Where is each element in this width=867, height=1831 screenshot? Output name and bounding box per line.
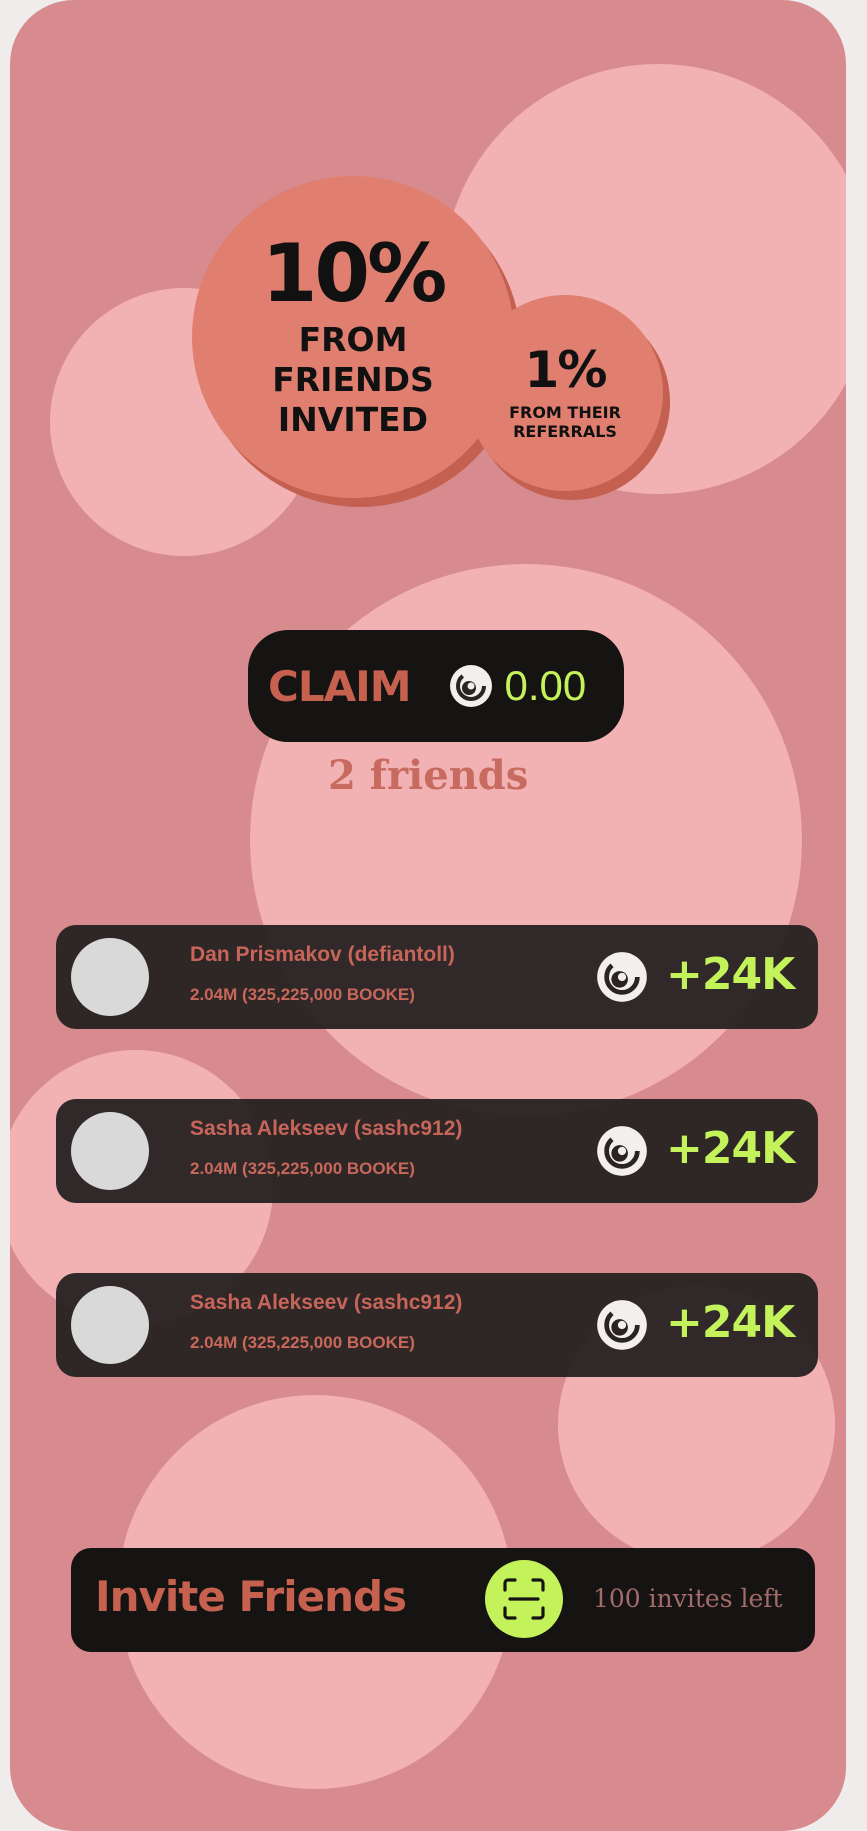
claim-label: CLAIM xyxy=(268,661,412,711)
friend-name: Sasha Alekseev (sashc912) xyxy=(190,1117,463,1140)
booke-coin-icon xyxy=(597,1126,647,1176)
invite-friends-button[interactable]: Invite Friends xyxy=(95,1572,407,1621)
qr-scan-button[interactable] xyxy=(485,1560,563,1638)
avatar xyxy=(71,1286,149,1364)
booke-coin-icon xyxy=(597,1300,647,1350)
invite-bar: Invite Friends 100 invites left xyxy=(71,1548,815,1652)
side-label-line: FROM THEIR xyxy=(509,403,621,422)
friend-reward: +24K xyxy=(666,1123,795,1174)
main-reward-coin: 10% from friends invited xyxy=(192,176,514,498)
friend-reward: +24K xyxy=(666,1297,795,1348)
friend-row[interactable]: Sasha Alekseev (sashc912) 2.04M (325,225… xyxy=(56,1099,818,1203)
referral-card: 10% from friends invited 1% FROM THEIR R… xyxy=(10,0,846,1831)
booke-coin-icon xyxy=(449,665,492,707)
claim-button[interactable]: CLAIM 0.00 xyxy=(248,630,624,742)
main-label-line: friends xyxy=(272,360,434,399)
main-label: from friends invited xyxy=(272,320,434,440)
friend-row[interactable]: Sasha Alekseev (sashc912) 2.04M (325,225… xyxy=(56,1273,818,1377)
friend-balance: 2.04M (325,225,000 BOOKE) xyxy=(190,1333,415,1352)
side-label: FROM THEIR REFERRALS xyxy=(509,403,621,441)
qr-scan-icon xyxy=(503,1578,545,1620)
friend-name: Sasha Alekseev (sashc912) xyxy=(190,1291,463,1314)
friend-name: Dan Prismakov (defiantoll) xyxy=(190,943,455,966)
booke-coin-icon xyxy=(597,952,647,1002)
friend-reward: +24K xyxy=(666,949,795,1000)
side-label-line: REFERRALS xyxy=(513,422,617,441)
friend-balance: 2.04M (325,225,000 BOOKE) xyxy=(190,1159,415,1178)
main-percent: 10% xyxy=(261,227,447,320)
referral-reward-coin: 1% FROM THEIR REFERRALS xyxy=(467,295,663,491)
side-percent: 1% xyxy=(524,341,608,399)
main-label-line: invited xyxy=(277,400,429,439)
friend-row[interactable]: Dan Prismakov (defiantoll) 2.04M (325,22… xyxy=(56,925,818,1029)
avatar xyxy=(71,938,149,1016)
claim-value: 0.00 xyxy=(504,662,587,709)
friends-count: 2 friends xyxy=(328,752,529,799)
invites-left: 100 invites left xyxy=(593,1584,783,1613)
main-label-line: from xyxy=(298,320,408,359)
avatar xyxy=(71,1112,149,1190)
friend-balance: 2.04M (325,225,000 BOOKE) xyxy=(190,985,415,1004)
